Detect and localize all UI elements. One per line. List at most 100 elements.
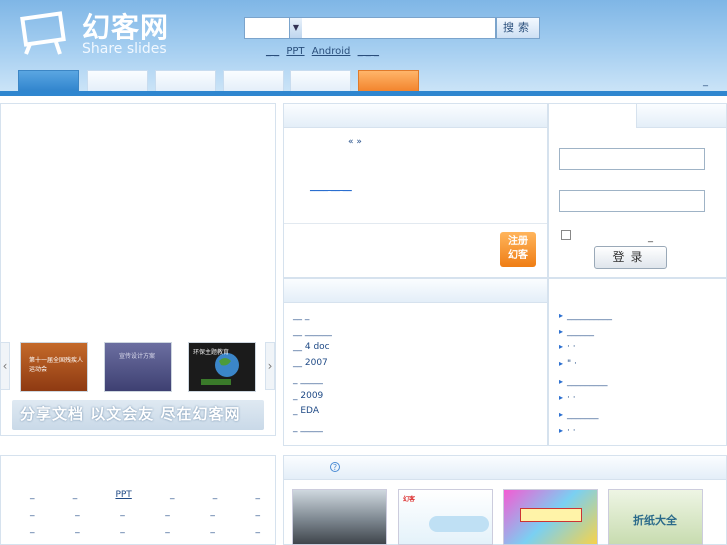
remember-checkbox[interactable] — [561, 230, 571, 240]
category-link[interactable]: _ — [165, 524, 170, 534]
category-link[interactable]: _ — [120, 507, 125, 517]
category-link[interactable]: _ — [73, 490, 78, 500]
category-link[interactable]: _ — [170, 490, 175, 500]
logo-subtitle: Share slides — [82, 41, 167, 57]
category-link[interactable]: _ — [213, 490, 218, 500]
header: 幻客网 Share slides ▼ 搜索 _ _ PPT Android _ … — [0, 0, 727, 96]
notice-panel-header — [284, 104, 547, 128]
category-link[interactable]: _ — [30, 507, 35, 517]
list-item[interactable]: __ ______ — [293, 327, 332, 337]
list-item[interactable]: ▸ · · — [559, 342, 576, 352]
register-button[interactable]: 注册 幻客 — [500, 232, 536, 267]
chevron-down-icon[interactable]: ▼ — [289, 18, 302, 38]
list-item[interactable]: _ _____ — [293, 375, 323, 385]
list-item-label: _______ — [567, 410, 599, 420]
slider-caption-banner: 分享文档 以文会友 尽在幻客网 — [12, 400, 264, 430]
list-item[interactable]: ▸ ______ — [559, 327, 594, 337]
notice-link[interactable]: ____ __ __ — [310, 182, 352, 192]
thumb-banner — [520, 508, 582, 522]
list-item[interactable]: _ EDA — [293, 406, 319, 416]
thumb-caption: 折纸大全 — [633, 514, 677, 527]
list-item[interactable]: ▸ _________ — [559, 377, 608, 387]
list-item-label: " · — [567, 359, 577, 369]
list-item[interactable]: ▸ __________ — [559, 311, 612, 321]
divider — [284, 223, 547, 224]
list-item[interactable]: ▸ · · — [559, 393, 576, 403]
bullet-icon: ▸ — [559, 393, 564, 402]
hot-link[interactable]: _ _ — [266, 46, 279, 57]
category-link[interactable]: _ — [165, 507, 170, 517]
bullet-icon: ▸ — [559, 311, 564, 320]
list-item[interactable]: __ 4 doc — [293, 342, 330, 352]
hot-link[interactable]: _ _ _ — [358, 46, 379, 57]
username-field[interactable] — [559, 148, 705, 170]
list-item[interactable]: ▸ " · — [559, 359, 577, 369]
remember-label: _ — [648, 232, 653, 243]
tab-5[interactable] — [290, 70, 351, 92]
category-link[interactable]: _ — [255, 507, 260, 517]
slider-thumb[interactable]: 环保主题教育 — [188, 342, 256, 392]
search-category-select[interactable]: ▼ — [244, 17, 302, 39]
login-button[interactable]: 登录 — [594, 246, 667, 269]
list-item[interactable]: ▸ _______ — [559, 410, 599, 420]
list-item[interactable]: ▸ · · — [559, 426, 576, 436]
category-link-ppt[interactable]: PPT — [115, 490, 131, 500]
category-link[interactable]: _ — [120, 524, 125, 534]
list-item[interactable]: __ _ — [293, 311, 309, 321]
thumb-title: 宣传设计方案 — [119, 353, 156, 360]
category-link[interactable]: _ — [75, 507, 80, 517]
thumb-title: 第十一届全国残疾人运动会 — [29, 357, 84, 373]
thumb-decor — [429, 516, 489, 532]
slider-thumb[interactable]: 宣传设计方案 — [104, 342, 172, 392]
category-row: _ _ _ _ _ _ — [30, 524, 260, 534]
search-input[interactable] — [302, 17, 496, 39]
list-item[interactable]: _ 2009 — [293, 391, 323, 401]
login-tab[interactable] — [549, 104, 637, 128]
list-item[interactable]: __ 2007 — [293, 358, 328, 368]
category-link[interactable]: _ — [30, 524, 35, 534]
featured-thumb[interactable] — [503, 489, 598, 545]
tab-4[interactable] — [223, 70, 284, 92]
featured-thumb[interactable]: 折纸大全 — [608, 489, 703, 545]
list-item-label: _________ — [567, 377, 608, 387]
nav-bar — [0, 91, 727, 96]
slider-next-icon[interactable]: › — [265, 342, 275, 390]
category-link[interactable]: _ — [255, 524, 260, 534]
search-bar: ▼ 搜索 — [244, 17, 540, 39]
bullet-icon: ▸ — [559, 327, 564, 336]
bullet-icon: ▸ — [559, 359, 564, 368]
bullet-icon: ▸ — [559, 342, 564, 351]
logo-icon — [20, 11, 66, 55]
category-row: _ _ _ _ _ _ — [30, 507, 260, 517]
category-link[interactable]: _ — [255, 490, 260, 500]
password-field[interactable] — [559, 190, 705, 212]
slider-caption: 分享文档 以文会友 尽在幻客网 — [20, 405, 241, 423]
search-button[interactable]: 搜索 — [496, 17, 540, 39]
thumb-title: 环保主题教育 — [193, 349, 230, 356]
list-item-label: · · — [567, 393, 576, 403]
category-link[interactable]: _ — [30, 490, 35, 500]
tab-2[interactable] — [87, 70, 148, 92]
featured-thumb[interactable]: 幻客 — [398, 489, 493, 545]
slider-prev-icon[interactable]: ‹ — [0, 342, 10, 390]
category-link[interactable]: _ — [210, 507, 215, 517]
tab-upload[interactable] — [358, 70, 419, 92]
slider-thumb[interactable]: 第十一届全国残疾人运动会 — [20, 342, 88, 392]
list-item-label: ______ — [567, 327, 595, 337]
tab-3[interactable] — [155, 70, 216, 92]
category-link[interactable]: _ — [75, 524, 80, 534]
hot-links: _ _ PPT Android _ _ _ — [266, 46, 383, 57]
bullet-icon: ▸ — [559, 410, 564, 419]
notice-line[interactable]: « » — [348, 137, 362, 147]
category-link[interactable]: _ — [210, 524, 215, 534]
list-item-label: __________ — [567, 311, 613, 321]
help-icon[interactable]: ? — [330, 462, 340, 472]
hot-link-ppt[interactable]: PPT — [286, 46, 304, 57]
list-item[interactable]: _ _____ — [293, 423, 323, 433]
tab-home[interactable] — [18, 70, 79, 92]
list-item-label: · · — [567, 426, 576, 436]
nav-right-link[interactable]: _ — [703, 76, 723, 90]
featured-thumb[interactable] — [292, 489, 387, 545]
hot-link-android[interactable]: Android — [312, 46, 351, 57]
bullet-icon: ▸ — [559, 377, 564, 386]
